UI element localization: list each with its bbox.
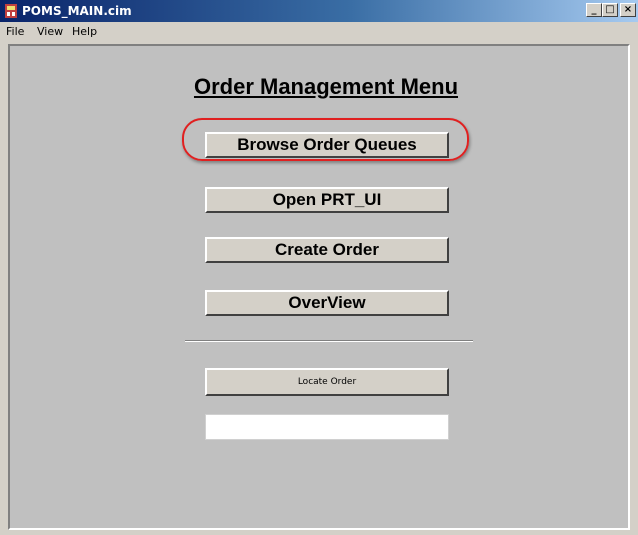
window-controls: _ □ × [586, 3, 636, 19]
browse-order-queues-button[interactable]: Browse Order Queues [205, 132, 449, 158]
menu-view[interactable]: View [37, 25, 63, 38]
window-title: POMS_MAIN.cim [22, 4, 132, 18]
open-prt-ui-button[interactable]: Open PRT_UI [205, 187, 449, 213]
maximize-button[interactable]: □ [602, 3, 618, 17]
page-title: Order Management Menu [193, 74, 459, 99]
title-bar[interactable]: POMS_MAIN.cim _ □ × [0, 0, 638, 22]
create-order-button[interactable]: Create Order [205, 237, 449, 263]
close-button[interactable]: × [620, 3, 636, 17]
order-number-input[interactable] [205, 414, 449, 440]
menu-bar: File View Help [0, 22, 638, 42]
locate-order-button[interactable]: Locate Order [205, 368, 449, 396]
overview-button[interactable]: OverView [205, 290, 449, 316]
menu-file[interactable]: File [6, 25, 24, 38]
minimize-button[interactable]: _ [586, 3, 602, 17]
menu-help[interactable]: Help [72, 25, 97, 38]
divider [185, 340, 473, 342]
form-panel: Order Management Menu Browse Order Queue… [8, 44, 630, 530]
app-icon [5, 4, 17, 18]
main-window: POMS_MAIN.cim _ □ × File View Help Order… [0, 0, 638, 535]
